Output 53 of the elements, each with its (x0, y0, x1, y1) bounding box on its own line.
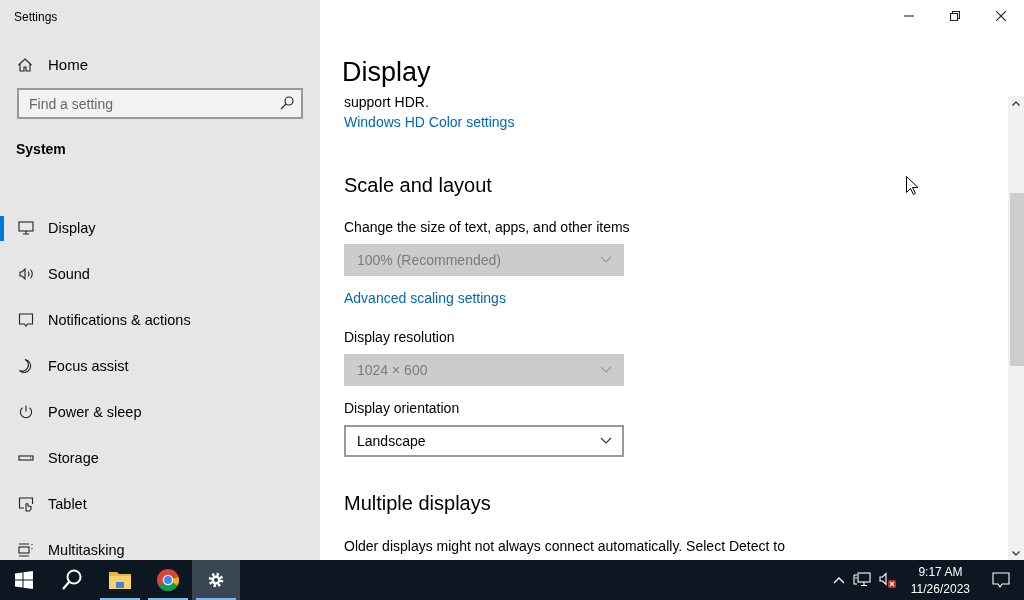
monitor-icon (18, 220, 34, 236)
nav-item[interactable]: Tablet (0, 481, 320, 527)
mouse-cursor-icon (906, 176, 918, 195)
scroll-up-icon (1012, 100, 1020, 106)
nav-item[interactable]: Power & sleep (0, 389, 320, 435)
scrollbar-thumb[interactable] (1010, 193, 1024, 366)
home-icon (17, 56, 33, 73)
clock[interactable]: 9:17 AM 11/26/2023 (902, 560, 978, 600)
power-icon (18, 404, 34, 420)
chevron-down-icon (600, 256, 612, 264)
description-text: Older displays might not always connect automatically. Select Detect to (344, 537, 786, 556)
section-title: System (15, 140, 67, 157)
nav-item[interactable]: Display (0, 205, 320, 251)
search-field[interactable]: Find a setting (17, 88, 303, 119)
message-icon (18, 312, 34, 328)
dropdown[interactable]: Landscape (344, 425, 624, 457)
dropdown-label: Display orientation (344, 399, 460, 418)
settings-link[interactable]: Advanced scaling settings (344, 288, 506, 308)
network-icon (852, 572, 871, 588)
search-icon (280, 96, 294, 110)
nav-item[interactable]: Sound (0, 251, 320, 297)
dropdown-label: Change the size of text, apps, and other items (344, 218, 630, 237)
description-text: support HDR. (344, 93, 430, 112)
notification-icon (992, 571, 1010, 589)
speaker-icon (18, 266, 34, 282)
taskbar-button[interactable] (192, 560, 240, 600)
section-heading: Multiple displays (344, 491, 491, 516)
scrollbar[interactable] (1008, 96, 1024, 560)
multitask-icon (18, 542, 34, 558)
nav-item[interactable]: Notifications & actions (0, 297, 320, 343)
folder-icon (108, 570, 132, 590)
nav-item[interactable]: Multitasking (0, 527, 320, 560)
section-heading: Scale and layout (344, 173, 492, 198)
restore-icon (950, 11, 960, 21)
chevron-down-icon (600, 366, 612, 374)
scroll-down-icon (1012, 550, 1020, 556)
chevron-up-icon (832, 576, 845, 584)
window-title: Settings (13, 9, 58, 24)
nav-item[interactable]: Storage (0, 435, 320, 481)
moon-icon (18, 358, 34, 374)
close-icon (996, 11, 1006, 21)
nav-item[interactable]: Focus assist (0, 343, 320, 389)
page-title: Display (342, 56, 431, 88)
chevron-down-icon (600, 437, 612, 445)
search-icon (61, 569, 83, 591)
muted-speaker-icon (878, 571, 899, 589)
settings-link[interactable]: Windows HD Color settings (344, 112, 515, 132)
windows-logo-icon (15, 571, 33, 589)
gear-icon (206, 570, 226, 590)
tablet-icon (18, 496, 34, 512)
home-link[interactable]: Home (0, 56, 105, 73)
browser-icon (156, 568, 180, 592)
dropdown-label: Display resolution (344, 328, 455, 347)
